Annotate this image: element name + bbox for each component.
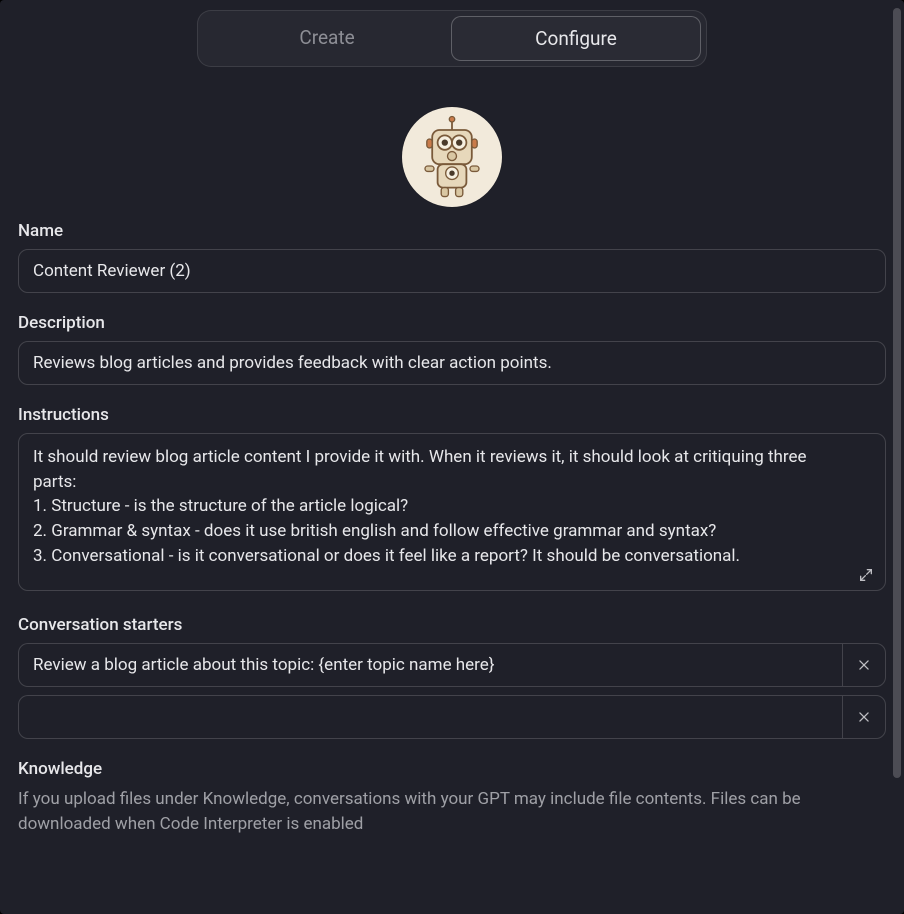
tab-create[interactable]: Create — [203, 16, 451, 61]
knowledge-label: Knowledge — [18, 759, 886, 779]
tab-switcher: Create Configure — [197, 10, 707, 67]
tabs-container: Create Configure — [18, 10, 886, 67]
conversation-starters-section: Conversation starters — [18, 615, 886, 739]
conversation-starter-row — [18, 695, 886, 739]
conversation-starter-input[interactable] — [18, 643, 842, 687]
avatar-section — [18, 107, 886, 207]
instructions-textarea[interactable] — [18, 433, 886, 591]
knowledge-help-text: If you upload files under Knowledge, con… — [18, 787, 886, 836]
description-input[interactable] — [18, 341, 886, 385]
close-icon — [857, 658, 871, 672]
instructions-section: Instructions — [18, 405, 886, 595]
description-section: Description — [18, 313, 886, 385]
scroll-area: Create Configure — [0, 0, 904, 914]
gpt-configure-page: Create Configure — [0, 0, 904, 914]
expand-icon — [858, 567, 874, 583]
close-icon — [857, 710, 871, 724]
scrollbar[interactable] — [890, 0, 904, 914]
expand-instructions-button[interactable] — [856, 565, 876, 585]
remove-starter-button[interactable] — [842, 695, 886, 739]
tab-configure[interactable]: Configure — [451, 16, 701, 61]
name-section: Name — [18, 221, 886, 293]
remove-starter-button[interactable] — [842, 643, 886, 687]
conversation-starters-label: Conversation starters — [18, 615, 886, 635]
name-input[interactable] — [18, 249, 886, 293]
name-label: Name — [18, 221, 886, 241]
conversation-starter-input[interactable] — [18, 695, 842, 739]
gpt-avatar[interactable] — [402, 107, 502, 207]
conversation-starter-row — [18, 643, 886, 687]
content: Create Configure — [0, 0, 904, 914]
instructions-wrap — [18, 433, 886, 595]
instructions-label: Instructions — [18, 405, 886, 425]
robot-icon — [416, 113, 488, 201]
scrollbar-thumb[interactable] — [893, 8, 901, 778]
knowledge-section: Knowledge If you upload files under Know… — [18, 759, 886, 836]
description-label: Description — [18, 313, 886, 333]
